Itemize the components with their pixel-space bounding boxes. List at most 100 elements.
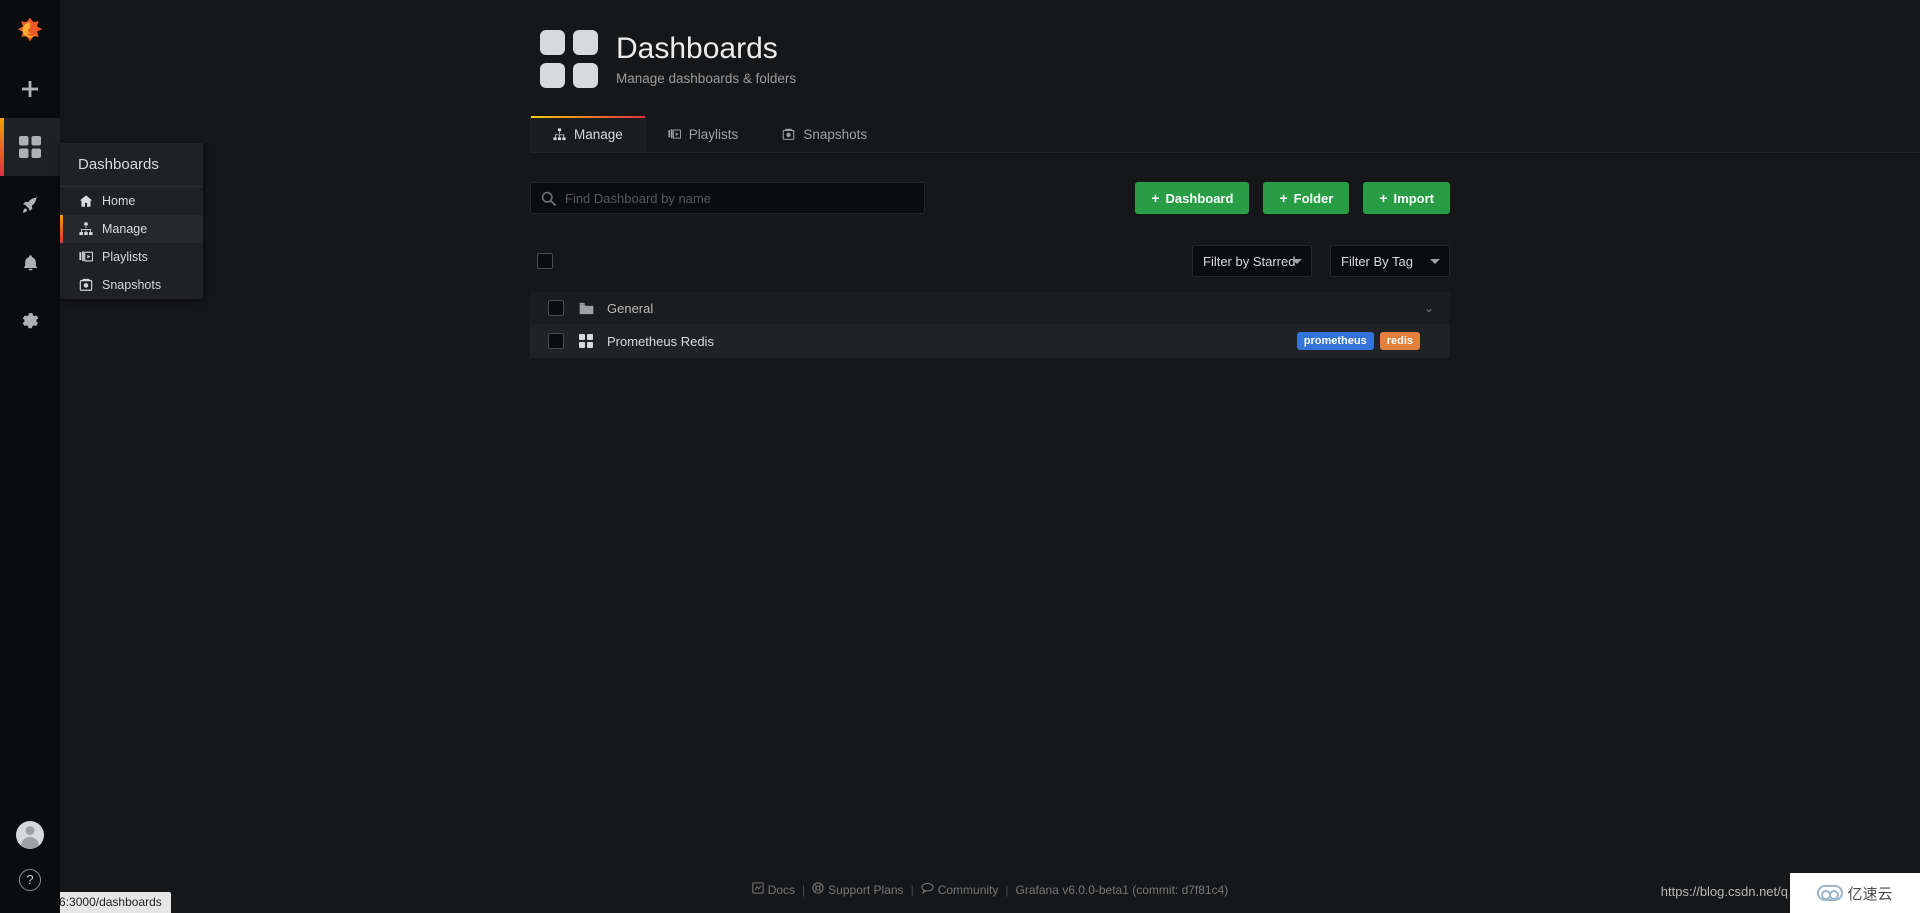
page-header-text: Dashboards Manage dashboards & folders (616, 32, 796, 86)
footer-link-community[interactable]: Community (921, 882, 999, 897)
chevron-down-icon (1292, 259, 1302, 264)
import-dashboard-button[interactable]: + Import (1363, 182, 1450, 214)
sidebar-item-create[interactable] (0, 60, 60, 118)
flyout-item-label: Manage (102, 222, 148, 236)
plus-icon: + (1379, 190, 1388, 206)
browser-url-overlay: https://blog.csdn.net/q (1660, 884, 1788, 899)
page-header: Dashboards Manage dashboards & folders (60, 0, 1920, 88)
filter-by-tag-select[interactable]: Filter By Tag (1330, 245, 1450, 277)
flyout-item-label: Playlists (102, 250, 148, 264)
dashboard-checkbox[interactable] (548, 333, 564, 349)
bell-icon (21, 254, 40, 273)
filters-row: Filter by Starred Filter By Tag (530, 245, 1450, 277)
tag-redis[interactable]: redis (1379, 332, 1420, 350)
tab-manage[interactable]: Manage (530, 116, 646, 152)
sidebar-item-dashboards[interactable] (0, 118, 60, 176)
dashboards-grid-icon (540, 30, 598, 88)
camera-icon (79, 278, 93, 292)
filter-selects: Filter by Starred Filter By Tag (1192, 245, 1450, 277)
manage-dashboards-panel: + Dashboard + Folder + Import (530, 182, 1450, 358)
gear-icon (21, 312, 40, 331)
search-field-wrapper (530, 182, 925, 214)
camera-icon (782, 128, 795, 141)
tab-snapshots[interactable]: Snapshots (760, 116, 889, 152)
flyout-title: Dashboards (60, 143, 203, 187)
page-subtitle: Manage dashboards & folders (616, 70, 797, 86)
filter-by-tag-label: Filter By Tag (1341, 253, 1414, 269)
app-root: ? Dashboards Home Manage Playlists Snaps… (0, 0, 1920, 913)
dashboard-name: Prometheus Redis (607, 333, 714, 349)
filter-by-starred-label: Filter by Starred (1203, 253, 1296, 269)
footer-community-label: Community (937, 882, 999, 897)
page-tabs: Manage Playlists Snapshots (530, 116, 1920, 153)
footer-separator: | (802, 882, 806, 897)
lifering-icon (812, 882, 824, 897)
main-navigation-rail: ? (0, 0, 60, 913)
grafana-logo-icon[interactable] (0, 0, 60, 60)
table-row[interactable]: Prometheus Redis prometheus redis (530, 325, 1450, 358)
watermark-label: 亿速云 (1847, 885, 1893, 903)
select-all-checkbox[interactable] (537, 253, 553, 269)
chevron-down-icon (1430, 259, 1440, 264)
folder-icon (576, 302, 596, 315)
footer-link-support-plans[interactable]: Support Plans (812, 882, 904, 897)
rocket-icon (20, 195, 40, 215)
folder-name: General (607, 300, 654, 316)
dashboard-list: General ⌄ Prometheus Redis prometheus re… (530, 292, 1450, 358)
search-icon (541, 191, 556, 211)
plus-icon (21, 80, 39, 98)
dashboard-toolbar: + Dashboard + Folder + Import (530, 182, 1450, 214)
plus-icon: + (1151, 190, 1160, 206)
footer-separator: | (910, 882, 914, 897)
sidebar-item-configuration[interactable] (0, 292, 60, 350)
chevron-down-icon[interactable]: ⌄ (1424, 301, 1434, 315)
watermark: 亿速云 (1790, 873, 1920, 913)
sidebar-item-alerting[interactable] (0, 234, 60, 292)
dashboard-grid-icon (576, 334, 596, 348)
flyout-item-label: Home (102, 194, 136, 208)
playlist-icon (668, 128, 681, 141)
tab-label: Manage (574, 127, 623, 142)
folder-checkbox[interactable] (548, 300, 564, 316)
page-footer: Docs | Support Plans | Community | Grafa… (60, 882, 1920, 897)
dashboard-action-buttons: + Dashboard + Folder + Import (1135, 182, 1450, 214)
cloud-icon (1817, 885, 1844, 901)
page-title: Dashboards (616, 32, 778, 66)
filter-by-starred-select[interactable]: Filter by Starred (1192, 245, 1312, 277)
footer-version: Grafana v6.0.0-beta1 (commit: d7f81c4) (1015, 882, 1229, 897)
tab-playlists[interactable]: Playlists (646, 116, 761, 152)
sitemap-icon (553, 128, 566, 141)
dashboard-tags: prometheus redis (1296, 332, 1420, 350)
flyout-item-label: Snapshots (102, 278, 162, 292)
dashboards-grid-icon (19, 136, 41, 158)
footer-separator: | (1005, 882, 1009, 897)
new-folder-label: Folder (1293, 190, 1334, 206)
flyout-item-home[interactable]: Home (60, 187, 203, 215)
footer-docs-label: Docs (767, 882, 796, 897)
folder-row-general[interactable]: General ⌄ (530, 292, 1450, 325)
new-dashboard-button[interactable]: + Dashboard (1135, 182, 1250, 214)
home-icon (79, 194, 93, 208)
import-label: Import (1393, 190, 1434, 206)
footer-link-docs[interactable]: Docs (752, 882, 795, 897)
new-folder-button[interactable]: + Folder (1263, 182, 1350, 214)
tab-label: Playlists (688, 127, 739, 142)
page-container: Dashboards Manage dashboards & folders M… (60, 0, 1920, 913)
new-dashboard-label: Dashboard (1165, 190, 1234, 206)
tag-prometheus[interactable]: prometheus (1296, 332, 1374, 350)
flyout-item-snapshots[interactable]: Snapshots (60, 271, 203, 299)
tab-label: Snapshots (803, 127, 868, 142)
sitemap-icon (79, 222, 93, 236)
help-icon[interactable]: ? (19, 869, 41, 891)
search-input[interactable] (531, 183, 924, 213)
flyout-item-manage[interactable]: Manage (60, 215, 203, 243)
dashboards-flyout-menu: Dashboards Home Manage Playlists Snapsho… (60, 143, 203, 299)
user-avatar-icon[interactable] (16, 821, 44, 849)
doc-icon (752, 882, 764, 897)
playlist-icon (79, 250, 93, 264)
sidebar-item-explore[interactable] (0, 176, 60, 234)
plus-icon: + (1279, 190, 1288, 206)
footer-support-label: Support Plans (828, 882, 904, 897)
flyout-item-playlists[interactable]: Playlists (60, 243, 203, 271)
comment-icon (921, 882, 934, 897)
